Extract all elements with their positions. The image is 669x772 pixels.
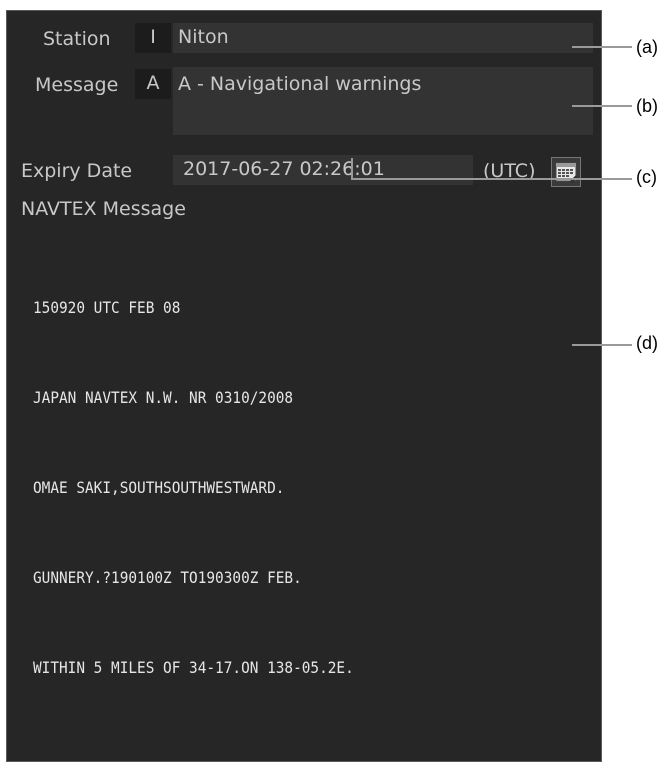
callout-b-line	[572, 105, 632, 107]
message-line: WITHIN 5 MILES OF 34-17.ON 138-05.2E.	[33, 658, 354, 677]
expiry-date-label: Expiry Date	[21, 160, 133, 182]
callout-a-label: (a)	[636, 37, 658, 57]
navtex-message-body: 150920 UTC FEB 08 JAPAN NAVTEX N.W. NR 0…	[33, 233, 354, 743]
message-line: GUNNERY.?190100Z TO190300Z FEB.	[33, 568, 302, 587]
message-code-box: A	[135, 69, 171, 99]
callout-c-label: (c)	[636, 167, 657, 187]
message-type-label: Message	[35, 74, 119, 96]
callout-c-line	[351, 178, 632, 180]
callout-d-line	[572, 344, 632, 346]
message-line: JAPAN NAVTEX N.W. NR 0310/2008	[33, 388, 294, 407]
callout-b-label: (b)	[636, 96, 658, 116]
navtex-detail-panel: Station I Niton Message A A - Navigation…	[6, 10, 602, 762]
callout-a-line	[572, 46, 632, 48]
callout-d-label: (d)	[636, 333, 658, 353]
station-label: Station	[43, 28, 111, 50]
message-type-field: A - Navigational warnings	[173, 67, 593, 135]
message-line: OMAE SAKI,SOUTHSOUTHWESTWARD.	[33, 478, 285, 497]
navtex-message-label: NAVTEX Message	[21, 198, 186, 220]
callout-c-vertical-line	[351, 158, 353, 180]
station-code-box: I	[135, 23, 171, 53]
calendar-icon[interactable]	[551, 157, 581, 187]
station-name-field: Niton	[173, 23, 593, 53]
expiry-date-field: 2017-06-27 02:26:01	[173, 155, 473, 185]
calendar-icon-glyph	[555, 162, 577, 183]
message-line: 150920 UTC FEB 08	[33, 298, 181, 317]
